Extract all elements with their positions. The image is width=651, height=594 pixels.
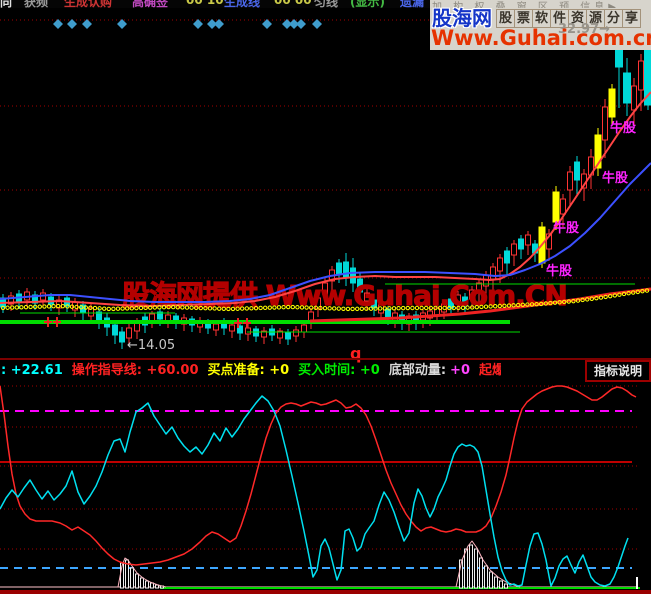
svg-text:牛股: 牛股 [546,263,572,279]
tagline-char-cell: 享 [622,8,641,28]
indicator-pane [0,385,640,589]
guhai-logo-block: 加 构 权 叠 窗 区 预 信息▶ 股海网 股票软件资源分享 32.97→ Ww… [430,0,651,50]
strip-fragment: 匀线 [314,0,339,8]
strip-fragment: 00 00 [274,0,312,7]
brand-url-text: Www.Guhai.com.cn [431,26,651,50]
strip-fragment: 获频 [24,0,49,8]
brand-logo-text: 股海网 [432,6,492,30]
svg-text:←14.05: ←14.05 [127,338,175,353]
strip-fragment: 生成线 [224,0,261,8]
strip-fragment: 同 [0,0,13,8]
indicator-value: 起爆 [479,363,501,378]
chart-canvas[interactable]: 股海网提供 Www.Guhai.Com.CN牛股牛股牛股牛股←14.05 q [0,0,651,594]
indicator-value: 操作指导线: +60.00 [71,363,199,378]
strip-fragment: 高确签 [132,0,169,8]
indicator-value-row: : +22.61 操作指导线: +60.00 买点准备: +0 买入时间: +0 底部动… [1,362,561,380]
indicator-value: : +22.61 [1,363,63,378]
strip-fragment: 生成认购 [64,0,113,8]
strip-fragment: 00 10 [186,0,224,7]
indicator-value: 买入时间: +0 [298,363,380,378]
svg-text:q: q [350,344,361,363]
price-pane: 股海网提供 Www.Guhai.Com.CN牛股牛股牛股牛股←14.05 q [0,19,651,363]
window-bottom-border [0,590,651,594]
strip-fragment: 遗漏 [400,0,425,8]
svg-text:牛股: 牛股 [602,170,628,186]
svg-text:牛股: 牛股 [553,220,579,236]
tagline-char-cell: 软 [532,8,551,28]
svg-text:牛股: 牛股 [610,120,636,136]
indicator-value: 买点准备: +0 [207,363,290,378]
pane-divider [0,358,651,360]
indicator-help-button[interactable]: 指标说明 [585,360,651,382]
stock-app-window: 股海网提供 Www.Guhai.Com.CN 牛股 牛股 牛股 牛股 ←14.05 q 同获… [0,0,651,594]
strip-fragment: (显示) [350,0,385,8]
indicator-value: +0 [450,363,470,378]
indicator-value: 底部动量: [388,363,447,378]
tagline-char-cell: 股 [496,8,515,28]
tagline-char-cell: 票 [514,8,533,28]
